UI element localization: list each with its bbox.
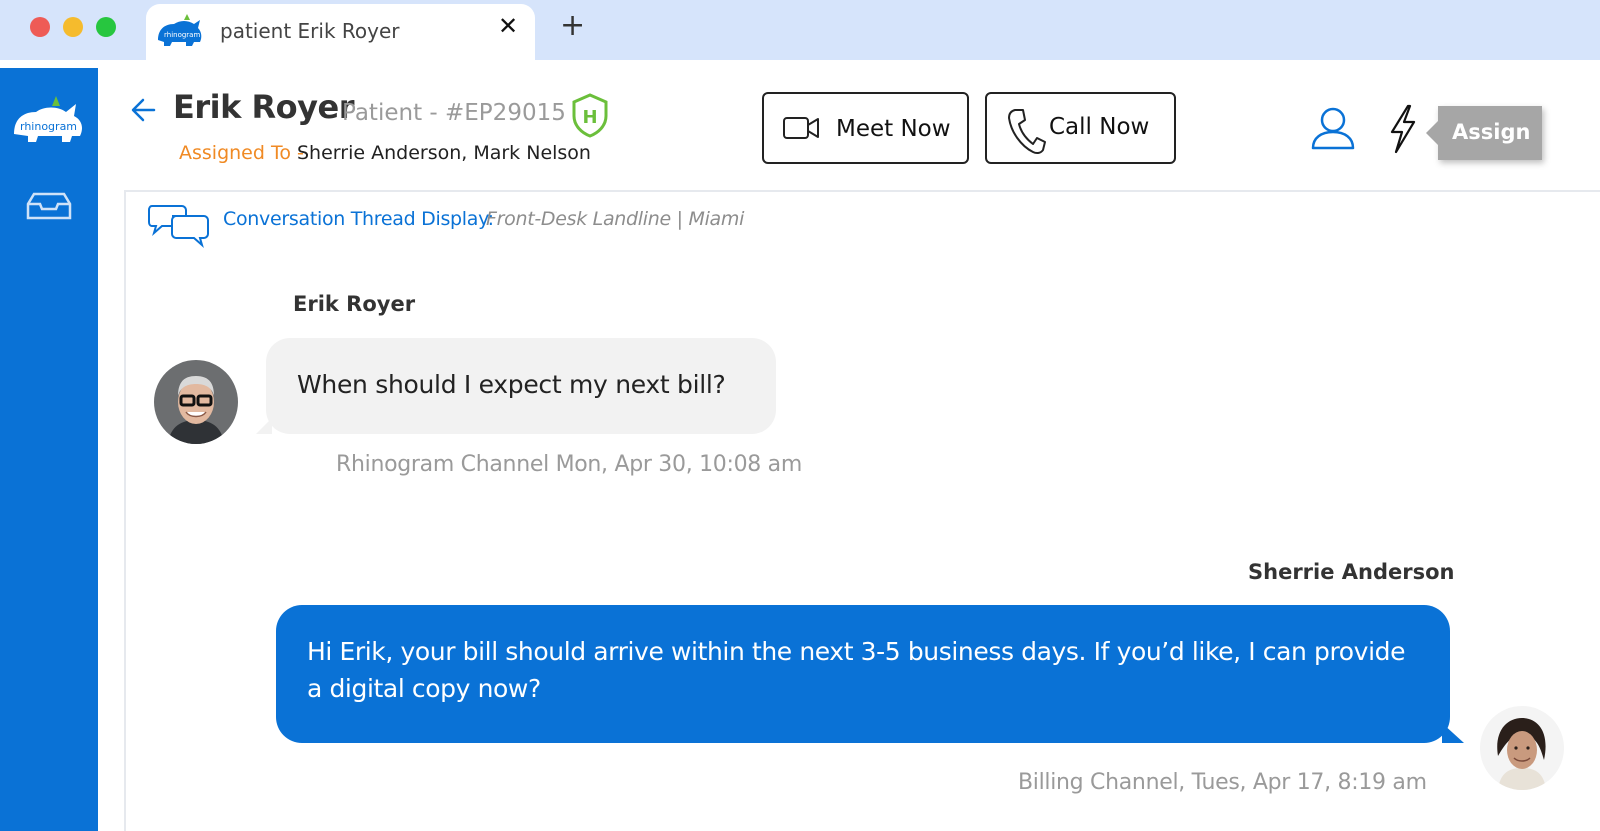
hipaa-shield-icon: H: [572, 93, 608, 138]
assigned-names[interactable]: Sherrie Anderson, Mark Nelson: [297, 142, 591, 164]
conversation-bubbles-icon: [148, 205, 209, 248]
patient-id: Patient - #EP29015: [342, 100, 566, 126]
call-now-button[interactable]: Call Now: [985, 92, 1176, 164]
window-maximize-button[interactable]: [96, 17, 116, 37]
meet-now-label: Meet Now: [836, 116, 951, 142]
rhinogram-logo-icon[interactable]: rhinogram: [8, 90, 92, 148]
message-meta: Billing Channel, Tues, Apr 17, 8:19 am: [1018, 770, 1427, 795]
svg-text:rhinogram: rhinogram: [164, 31, 200, 39]
inbox-icon[interactable]: [24, 190, 74, 222]
message-text: Hi Erik, your bill should arrive within …: [307, 637, 1406, 703]
incoming-message-bubble: When should I expect my next bill?: [256, 338, 776, 434]
tab-close-icon[interactable]: ✕: [498, 12, 518, 41]
tab-title: patient Erik Royer: [220, 19, 400, 43]
hipaa-badge-letter: H: [582, 107, 597, 128]
message-text: When should I expect my next bill?: [297, 370, 726, 399]
lightning-bolt-icon[interactable]: [1386, 104, 1420, 154]
rhinogram-logo-icon: rhinogram: [158, 14, 202, 46]
meet-now-button[interactable]: Meet Now: [762, 92, 969, 164]
message-sender-name: Erik Royer: [293, 292, 416, 316]
back-arrow-icon[interactable]: [128, 94, 160, 126]
patient-name: Erik Royer: [173, 88, 355, 126]
assign-tooltip: Assign: [1426, 106, 1542, 160]
assign-label: Assign: [1452, 120, 1531, 144]
conversation-thread-meta: Front-Desk Landline | Miami: [486, 208, 745, 230]
sidebar-logo-text: rhinogram: [20, 120, 77, 133]
avatar-erik-royer[interactable]: [154, 360, 238, 444]
profile-icon[interactable]: [1309, 104, 1357, 152]
sidebar: rhinogram: [0, 68, 98, 831]
new-tab-button[interactable]: +: [560, 8, 585, 43]
message-meta: Rhinogram Channel Mon, Apr 30, 10:08 am: [336, 452, 802, 477]
phone-icon: [1008, 109, 1046, 155]
outgoing-message-bubble: Hi Erik, your bill should arrive within …: [276, 605, 1464, 743]
message-sender-name: Sherrie Anderson: [1248, 560, 1455, 584]
video-camera-icon: [783, 117, 819, 139]
conversation-thread-label: Conversation Thread Display:: [223, 208, 494, 230]
call-now-label: Call Now: [1049, 114, 1150, 140]
window-minimize-button[interactable]: [63, 17, 83, 37]
browser-tab[interactable]: rhinogram patient Erik Royer ✕: [146, 4, 535, 60]
browser-tab-bar: rhinogram patient Erik Royer ✕ +: [0, 0, 1600, 60]
window-close-button[interactable]: [30, 17, 50, 37]
avatar-sherrie-anderson[interactable]: [1480, 706, 1564, 790]
assigned-to-label: Assigned To -: [179, 142, 304, 164]
